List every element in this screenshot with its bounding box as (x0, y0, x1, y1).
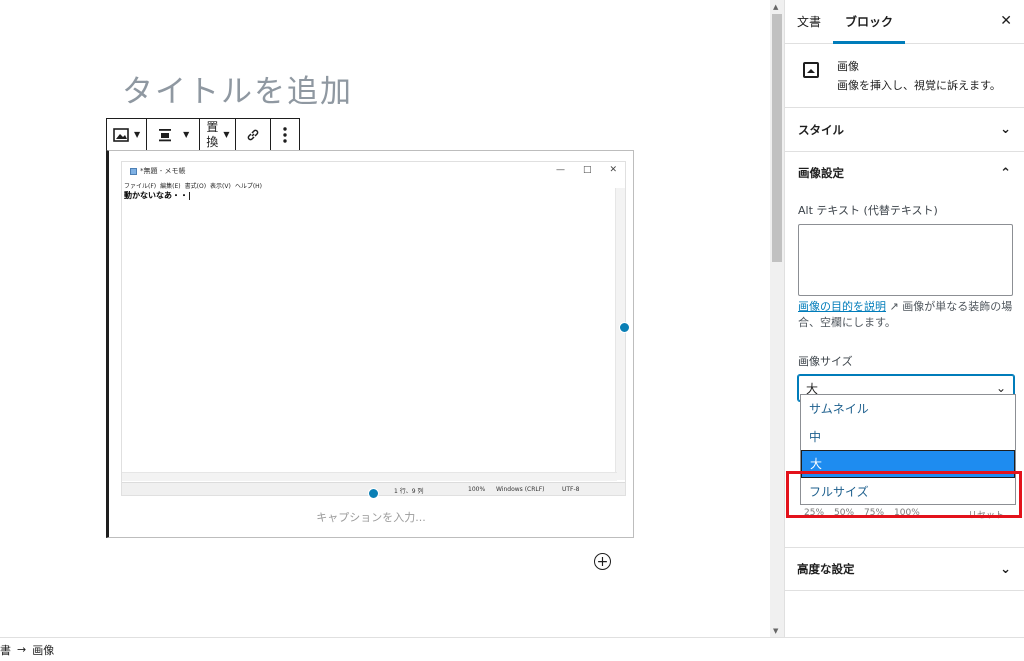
notepad-menu-item: ヘルプ(H) (234, 183, 263, 190)
image-icon (803, 62, 819, 78)
plus-icon: + (596, 553, 609, 570)
align-icon (159, 128, 172, 141)
image-settings-panel: 画像設定 ⌃ Alt テキスト (代替テキスト) 画像の目的を説明 ↗ 画像が単… (785, 152, 1024, 401)
replace-label: 置 換 (206, 120, 218, 150)
more-group[interactable] (271, 119, 299, 150)
breadcrumb: 書 → 画像 (0, 637, 1024, 661)
scroll-down-icon[interactable]: ▼ (773, 627, 778, 635)
notepad-menu-item: 表示(V) (210, 183, 231, 190)
notepad-app-icon (130, 167, 137, 175)
image-size-label: 画像サイズ (798, 355, 853, 368)
style-panel-toggle[interactable]: スタイル ⌄ (785, 108, 1024, 152)
alt-help-link[interactable]: 画像の目的を説明 (798, 300, 886, 313)
scrollbar-thumb[interactable] (772, 14, 782, 262)
breadcrumb-separator: → (17, 643, 27, 656)
align-button[interactable]: ▼ (147, 119, 199, 150)
notepad-titlebar: *無題 - メモ帳 (130, 166, 185, 176)
alt-text-field[interactable] (798, 224, 1013, 296)
resize-handle-bottom[interactable] (368, 488, 379, 499)
notepad-menu-item: ファイル(F) (124, 183, 157, 190)
link-icon (248, 129, 259, 140)
sidebar-tabs: 文書 ブロック ✕ (785, 0, 1024, 44)
replace-group[interactable]: 置 換 ▼ (200, 119, 237, 150)
chevron-down-icon: ▼ (183, 130, 190, 139)
block-card-title: 画像 (837, 60, 859, 73)
maximize-icon: □ (582, 165, 592, 175)
chevron-down-icon: ▼ (223, 130, 230, 139)
link-button[interactable] (236, 119, 270, 150)
block-type-switcher[interactable]: ▼ (107, 119, 148, 150)
image-settings-toggle[interactable]: 画像設定 ⌃ (798, 152, 1011, 194)
align-group[interactable]: ▼ (147, 119, 201, 150)
notepad-menu-item: 書式(O) (184, 183, 207, 190)
style-panel-title: スタイル (798, 122, 844, 137)
status-zoom: 100% (468, 486, 486, 493)
notepad-window-buttons: — □ ✕ (556, 165, 617, 175)
notepad-menu-item: 編集(E) (160, 183, 181, 190)
add-block-button[interactable]: + (594, 553, 611, 570)
image-type-button[interactable]: ▼ (107, 119, 146, 150)
editor-canvas: タイトルを追加 ▼ ▼ 置 換 ▼ *無題 - メモ帳 — □ ✕ ファイル(F… (0, 0, 770, 637)
image-block[interactable]: *無題 - メモ帳 — □ ✕ ファイル(F) 編集(E) 書式(O) 表示(V… (106, 150, 634, 538)
highlight-annotation (786, 471, 1022, 518)
tab-block[interactable]: ブロック (833, 0, 906, 44)
link-group[interactable] (236, 119, 272, 150)
block-card: 画像 画像を挿入し、視覚に訴えます。 (785, 44, 1024, 108)
replace-label-bottom: 換 (206, 134, 219, 149)
resize-handle-right[interactable] (619, 322, 630, 333)
size-option-thumbnail[interactable]: サムネイル (801, 395, 1015, 423)
image-icon (113, 127, 129, 142)
advanced-panel-toggle[interactable]: 高度な設定 ⌄ (784, 547, 1024, 591)
chevron-up-icon: ⌃ (1000, 165, 1011, 181)
post-title-input[interactable]: タイトルを追加 (122, 66, 353, 111)
scroll-up-icon[interactable]: ▲ (773, 3, 778, 11)
minimize-icon: — (555, 165, 565, 175)
alt-text-help: 画像の目的を説明 ↗ 画像が単なる装飾の場合、空欄にします。 (798, 299, 1016, 331)
notepad-vertical-scrollbar (615, 188, 625, 480)
status-encoding: UTF-8 (562, 486, 580, 493)
notepad-screenshot-image: *無題 - メモ帳 — □ ✕ ファイル(F) 編集(E) 書式(O) 表示(V… (121, 161, 626, 496)
replace-button[interactable]: 置 換 ▼ (200, 119, 235, 150)
tab-document[interactable]: 文書 (785, 0, 833, 44)
block-toolbar: ▼ ▼ 置 換 ▼ (106, 118, 301, 151)
close-icon[interactable]: ✕ (1000, 13, 1012, 29)
notepad-horizontal-scrollbar (122, 472, 617, 481)
external-link-icon: ↗ (889, 300, 899, 313)
size-option-medium[interactable]: 中 (801, 423, 1015, 451)
close-icon: ✕ (609, 165, 617, 175)
chevron-down-icon: ▼ (134, 130, 141, 139)
breadcrumb-document[interactable]: 書 (0, 642, 11, 658)
chevron-down-icon: ⌄ (1000, 122, 1011, 137)
caption-input[interactable]: キャプションを入力... (109, 509, 633, 525)
status-eol: Windows (CRLF) (496, 486, 545, 493)
advanced-panel-title: 高度な設定 (797, 562, 855, 576)
replace-label-top: 置 (206, 119, 219, 134)
block-card-description: 画像を挿入し、視覚に訴えます。 (837, 79, 1001, 92)
alt-text-label: Alt テキスト (代替テキスト) (798, 204, 938, 217)
notepad-text: 動かないなあ・・| (124, 191, 191, 200)
status-position: 1 行、9 列 (394, 488, 424, 495)
chevron-down-icon: ⌄ (995, 381, 1006, 395)
notepad-title: *無題 - メモ帳 (140, 167, 186, 175)
more-options-button[interactable] (271, 119, 299, 150)
image-settings-title: 画像設定 (798, 166, 844, 180)
breadcrumb-image[interactable]: 画像 (32, 642, 54, 658)
chevron-down-icon: ⌄ (1000, 561, 1011, 577)
editor-scrollbar[interactable]: ▲ ▼ (770, 0, 784, 637)
more-options-icon (283, 126, 288, 143)
notepad-menubar: ファイル(F) 編集(E) 書式(O) 表示(V) ヘルプ(H) (124, 181, 262, 190)
settings-sidebar: 文書 ブロック ✕ 画像 画像を挿入し、視覚に訴えます。 スタイル ⌄ 画像設定… (784, 0, 1024, 637)
